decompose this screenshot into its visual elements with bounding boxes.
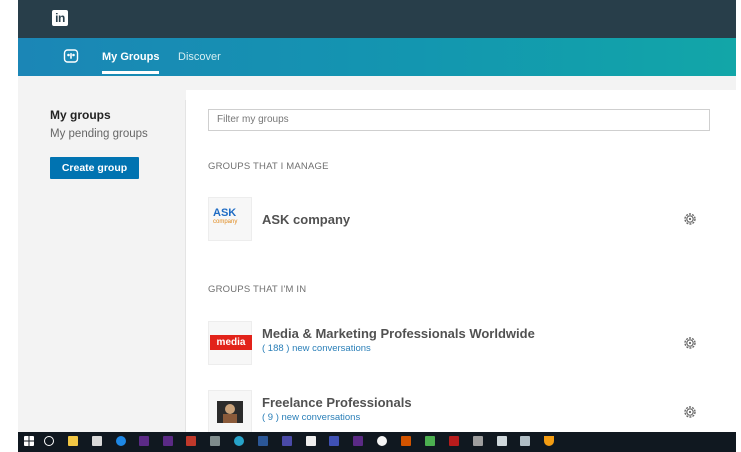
windows-start-icon[interactable] [24,436,34,446]
app-window: in My Groups Discover My groups My pendi… [18,0,736,452]
app-icon[interactable] [425,436,435,446]
group-row[interactable]: ASK company ASK company [208,197,708,241]
windows-taskbar [18,432,736,452]
new-conversations-link[interactable]: ( 9 ) new conversations [262,412,360,423]
sidebar-title[interactable]: My groups [50,108,190,122]
app-icon[interactable] [353,436,363,446]
app-icon[interactable] [282,436,292,446]
app-icon[interactable] [234,436,244,446]
edge-icon[interactable] [116,436,126,446]
groups-subnav: My Groups Discover [18,38,736,76]
file-explorer-icon[interactable] [68,436,78,446]
app-icon[interactable] [210,436,220,446]
app-icon[interactable] [473,436,483,446]
app-icon[interactable] [401,436,411,446]
app-icon[interactable] [520,436,530,446]
groups-icon[interactable] [63,48,79,64]
freelance-logo-icon [217,401,243,423]
logo-text: ASK [213,207,237,219]
section-header-manage: GROUPS THAT I MANAGE [208,161,329,172]
app-icon[interactable] [449,436,459,446]
app-icon[interactable] [186,436,196,446]
app-icon[interactable] [139,436,149,446]
app-icon[interactable] [377,436,387,446]
sidebar-item-pending-groups[interactable]: My pending groups [50,128,190,140]
sidebar: My groups My pending groups [50,108,190,140]
app-icon[interactable] [329,436,339,446]
logo-text: media [210,335,252,350]
group-name[interactable]: ASK company [262,212,350,227]
search-circle-icon[interactable] [44,436,54,446]
store-icon[interactable] [92,436,102,446]
group-name[interactable]: Freelance Professionals [262,395,412,410]
tab-my-groups[interactable]: My Groups [102,51,160,74]
freelance-logo [208,390,252,434]
group-row[interactable]: Freelance Professionals ( 9 ) new conver… [208,390,708,434]
app-icon[interactable] [544,436,554,446]
tab-discover[interactable]: Discover [178,51,221,63]
logo-subtext: company [213,219,238,225]
app-icon[interactable] [497,436,507,446]
ask-company-logo: ASK company [208,197,252,241]
filter-groups-input[interactable]: Filter my groups [208,109,710,131]
create-group-button[interactable]: Create group [50,157,139,179]
gear-icon[interactable] [682,404,698,420]
app-icon[interactable] [258,436,268,446]
media-logo: media [208,321,252,365]
group-name[interactable]: Media & Marketing Professionals Worldwid… [262,326,535,341]
group-row[interactable]: media Media & Marketing Professionals Wo… [208,321,708,365]
section-header-member: GROUPS THAT I'M IN [208,284,307,295]
groups-panel: Filter my groups GROUPS THAT I MANAGE AS… [186,90,736,440]
linkedin-logo-icon[interactable]: in [52,10,68,26]
new-conversations-link[interactable]: ( 188 ) new conversations [262,343,371,354]
gear-icon[interactable] [682,211,698,227]
gear-icon[interactable] [682,335,698,351]
top-bar: in [18,0,736,38]
app-icon[interactable] [163,436,173,446]
app-icon[interactable] [306,436,316,446]
